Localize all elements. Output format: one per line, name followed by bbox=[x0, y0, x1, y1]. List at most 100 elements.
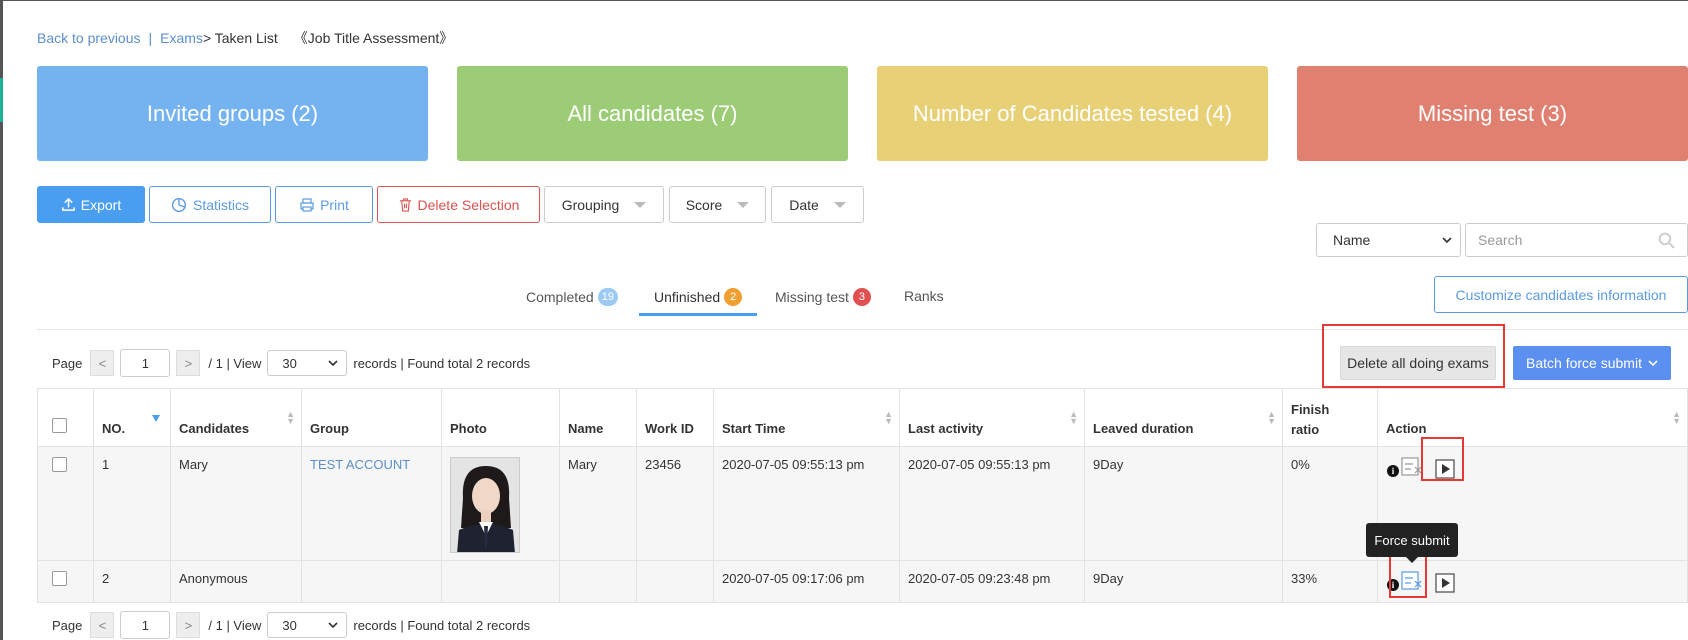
header-leaved-duration[interactable]: Leaved duration ▲ ▼ bbox=[1084, 388, 1283, 447]
score-label: Score bbox=[685, 196, 723, 213]
statistics-button[interactable]: Statistics bbox=[149, 186, 271, 223]
row-group-link[interactable]: TEST ACCOUNT bbox=[310, 457, 410, 472]
breadcrumb-exam-title: 《Job Title Assessment》 bbox=[293, 30, 454, 46]
pager-total: / 1 | View bbox=[208, 617, 262, 633]
customize-candidates-info-button[interactable]: Customize candidates information bbox=[1434, 276, 1688, 313]
header-start-time-label: Start Time bbox=[722, 421, 786, 436]
pager-page-input[interactable]: 1 bbox=[120, 611, 171, 639]
breadcrumb-back-link[interactable]: Back to previous bbox=[37, 30, 141, 46]
row-name: Mary bbox=[559, 446, 637, 561]
chevron-down-icon bbox=[328, 622, 338, 629]
header-no[interactable]: NO. bbox=[93, 388, 171, 447]
header-leaved-duration-label: Leaved duration bbox=[1093, 421, 1194, 436]
highlight-box-play bbox=[1421, 437, 1464, 481]
header-finish-ratio-label: Finish ratio bbox=[1291, 402, 1330, 437]
card-all-candidates[interactable]: All candidates (7) bbox=[457, 66, 848, 161]
header-group-label: Group bbox=[310, 421, 349, 436]
sort-icon[interactable]: ▲ ▼ bbox=[1672, 410, 1681, 426]
batch-force-submit-label: Batch force submit bbox=[1526, 355, 1642, 371]
score-dropdown[interactable]: Score bbox=[669, 186, 766, 223]
sort-icon[interactable]: ▲ ▼ bbox=[1069, 410, 1078, 426]
pager-next-button[interactable]: > bbox=[176, 612, 201, 638]
info-icon[interactable]: i bbox=[1387, 465, 1399, 477]
printer-icon bbox=[300, 197, 314, 212]
search-field-select[interactable]: Name bbox=[1316, 223, 1461, 257]
search-input[interactable]: Search bbox=[1465, 223, 1688, 257]
print-label: Print bbox=[320, 196, 349, 213]
breadcrumb-current: > Taken List bbox=[202, 30, 278, 46]
row-leaved-duration: 9Day bbox=[1084, 446, 1283, 561]
row-finish-ratio: 0% bbox=[1282, 446, 1378, 561]
search-placeholder: Search bbox=[1478, 232, 1523, 248]
force-submit-icon[interactable] bbox=[1401, 457, 1423, 477]
header-select-all[interactable] bbox=[37, 388, 94, 447]
chevron-down-icon bbox=[1442, 237, 1452, 244]
row-photo-cell bbox=[441, 446, 560, 561]
sort-icon[interactable]: ▲ ▼ bbox=[1267, 410, 1276, 426]
date-dropdown[interactable]: Date bbox=[771, 186, 864, 223]
pager-prev-button[interactable]: < bbox=[90, 350, 115, 376]
card-missing-test[interactable]: Missing test (3) bbox=[1297, 66, 1688, 161]
header-candidates[interactable]: Candidates ▲ ▼ bbox=[170, 388, 302, 447]
header-finish-ratio: Finish ratio bbox=[1282, 388, 1378, 447]
window-top-border bbox=[0, 0, 1688, 1]
pager-next-button[interactable]: > bbox=[176, 350, 201, 376]
header-photo: Photo bbox=[441, 388, 560, 447]
candidate-photo[interactable] bbox=[450, 457, 520, 553]
chevron-down-icon bbox=[328, 360, 338, 367]
breadcrumb-exams-link[interactable]: Exams bbox=[160, 30, 203, 46]
row-checkbox[interactable] bbox=[52, 457, 67, 472]
batch-force-submit-button[interactable]: Batch force submit bbox=[1513, 346, 1671, 380]
date-label: Date bbox=[789, 196, 819, 213]
header-group: Group bbox=[301, 388, 442, 447]
row-no: 1 bbox=[93, 446, 171, 561]
table-row[interactable]: 2 Anonymous 2020-07-05 09:17:06 pm 2020-… bbox=[37, 560, 1688, 603]
row-group bbox=[301, 560, 442, 603]
search-icon[interactable] bbox=[1658, 232, 1675, 249]
sort-icon[interactable]: ▲ ▼ bbox=[884, 410, 893, 426]
pager-bottom: Page < 1 > / 1 | View 30 records | Found… bbox=[52, 610, 530, 640]
pager-page-label: Page bbox=[52, 355, 83, 371]
tab-completed-label: Completed bbox=[526, 289, 594, 305]
header-no-label: NO. bbox=[102, 421, 126, 436]
play-icon[interactable] bbox=[1435, 573, 1455, 593]
grouping-dropdown[interactable]: Grouping bbox=[544, 186, 664, 223]
pager-records-summary: records | Found total 2 records bbox=[353, 617, 531, 633]
row-select-cell[interactable] bbox=[37, 446, 94, 561]
sort-desc-icon[interactable] bbox=[152, 415, 160, 422]
row-name bbox=[559, 560, 637, 603]
pager-prev-button[interactable]: < bbox=[90, 612, 115, 638]
header-work-id-label: Work ID bbox=[645, 421, 694, 436]
select-all-checkbox[interactable] bbox=[52, 418, 67, 433]
header-start-time[interactable]: Start Time ▲ ▼ bbox=[713, 388, 900, 447]
row-start-time: 2020-07-05 09:17:06 pm bbox=[713, 560, 900, 603]
pager-per-page-select[interactable]: 30 bbox=[267, 612, 348, 638]
row-checkbox[interactable] bbox=[52, 571, 67, 586]
card-candidates-tested[interactable]: Number of Candidates tested (4) bbox=[877, 66, 1268, 161]
tab-unfinished[interactable]: Unfinished 2 bbox=[654, 288, 743, 306]
tab-completed-count-badge: 19 bbox=[597, 288, 618, 306]
row-photo-cell bbox=[441, 560, 560, 603]
tab-ranks[interactable]: Ranks bbox=[904, 288, 944, 304]
row-leaved-duration: 9Day bbox=[1084, 560, 1283, 603]
chevron-down-icon bbox=[737, 201, 750, 208]
statistics-label: Statistics bbox=[192, 196, 249, 213]
sort-icon[interactable]: ▲ ▼ bbox=[286, 410, 295, 426]
pager-page-input[interactable]: 1 bbox=[120, 349, 171, 377]
chevron-down-icon bbox=[634, 201, 647, 208]
tab-missing-test[interactable]: Missing test 3 bbox=[775, 288, 871, 306]
delete-selection-button[interactable]: Delete Selection bbox=[377, 186, 540, 223]
row-select-cell[interactable] bbox=[37, 560, 94, 603]
header-last-activity-label: Last activity bbox=[908, 421, 984, 436]
export-button[interactable]: Export bbox=[37, 186, 145, 223]
row-no: 2 bbox=[93, 560, 171, 603]
print-button[interactable]: Print bbox=[275, 186, 373, 223]
tab-completed[interactable]: Completed 19 bbox=[526, 288, 618, 306]
header-name: Name bbox=[559, 388, 637, 447]
tab-unfinished-count-badge: 2 bbox=[724, 288, 743, 306]
card-invited-groups[interactable]: Invited groups (2) bbox=[37, 66, 428, 161]
header-action-label: Action bbox=[1386, 421, 1427, 436]
pager-per-page-select[interactable]: 30 bbox=[267, 350, 348, 376]
search-field-value: Name bbox=[1333, 232, 1371, 248]
header-last-activity[interactable]: Last activity ▲ ▼ bbox=[899, 388, 1085, 447]
